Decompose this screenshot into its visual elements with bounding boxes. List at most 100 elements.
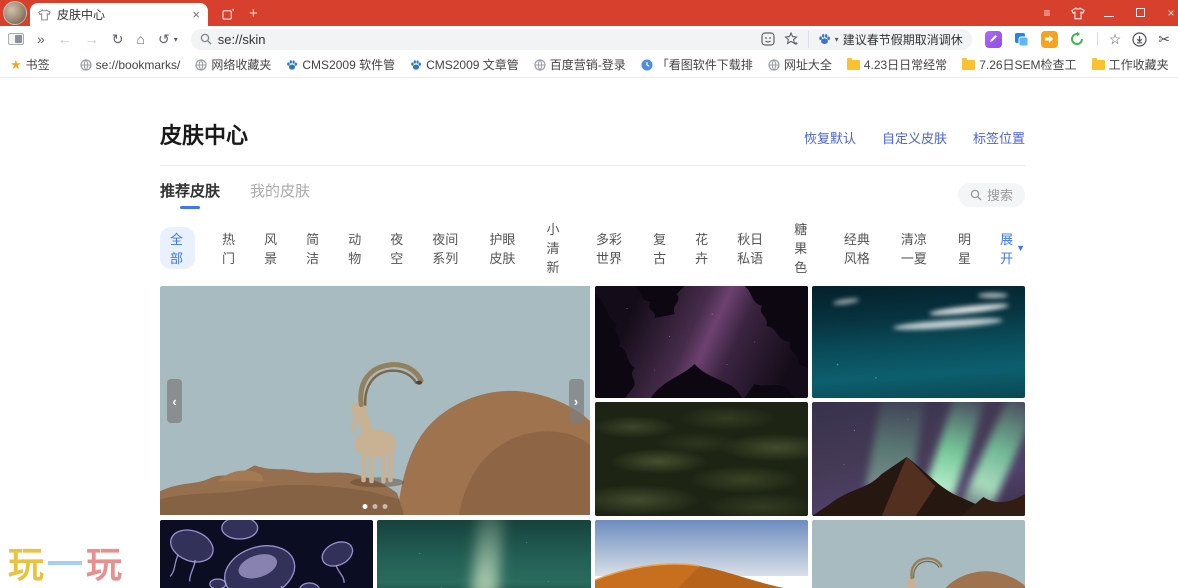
category-item[interactable]: 复古 [653, 229, 668, 267]
paw-icon [286, 59, 298, 71]
refresh-extension-icon[interactable] [1069, 31, 1086, 48]
carousel-dot-active[interactable] [363, 504, 368, 509]
bookmark-item[interactable]: 网址大全 [768, 56, 832, 73]
refresh-icon[interactable]: ↻ [112, 32, 124, 46]
category-item[interactable]: 明星 [958, 229, 973, 267]
skin-thumbnail-night-forest[interactable] [595, 286, 808, 398]
bookmark-item[interactable]: 「看图软件下载排 [641, 56, 753, 73]
carousel-dot[interactable] [383, 504, 388, 509]
home-icon[interactable]: ⌂ [137, 32, 145, 46]
bookmark-item[interactable]: 网络收藏夹 [195, 56, 271, 73]
bookmark-folder[interactable]: 4.23日日常经常 [847, 56, 947, 73]
globe-icon [534, 59, 546, 71]
bookmark-folder[interactable]: 工作收藏夹 [1092, 56, 1169, 73]
active-tab-underline [180, 206, 200, 209]
titlebar: 皮肤中心 × + ≡ × [0, 0, 1178, 26]
globe-icon [80, 59, 92, 71]
category-item[interactable]: 风景 [264, 229, 279, 267]
globe-icon [195, 59, 207, 71]
skin-thumbnail-milky-way[interactable] [377, 520, 590, 588]
category-item[interactable]: 经典风格 [844, 229, 874, 267]
category-item[interactable]: 简洁 [306, 229, 321, 267]
emoji-icon[interactable] [761, 32, 775, 46]
mini-window-icon[interactable] [8, 33, 24, 45]
hot-search[interactable]: ▾ 建议春节假期取消调休 [808, 31, 963, 48]
tab-tools-icon[interactable] [222, 8, 235, 20]
category-item[interactable]: 动物 [348, 229, 363, 267]
carousel-prev-button[interactable]: ‹ [167, 379, 182, 423]
browser-tab[interactable]: 皮肤中心 × [30, 3, 208, 26]
chevrons-icon[interactable]: » [37, 32, 45, 46]
close-button[interactable]: × [1164, 6, 1178, 20]
category-item[interactable]: 花卉 [695, 229, 710, 267]
category-filter: 全部 热门 风景 简洁 动物 夜空 夜间系列 护眼皮肤 小清新 多彩世界 复古 … [160, 219, 1025, 276]
category-item[interactable]: 热门 [222, 229, 237, 267]
user-avatar[interactable] [3, 1, 27, 25]
bookmark-item[interactable]: 百度营销-登录 [534, 56, 626, 73]
skin-thumbnail-pine-branches[interactable] [595, 402, 808, 516]
bookmark-item[interactable]: CMS2009 软件管 [286, 56, 395, 73]
bookmark-item[interactable]: CMS2009 文章管 [410, 56, 519, 73]
minimize-button[interactable] [1102, 6, 1116, 20]
category-item[interactable]: 糖果色 [794, 219, 817, 276]
mountain-silhouette [812, 402, 1025, 516]
globe-icon [768, 59, 780, 71]
address-url[interactable]: se://skin [218, 32, 266, 47]
capture-extension-icon[interactable] [1013, 31, 1030, 48]
extension-icons: ☆ ✂ [985, 31, 1170, 48]
downloads-extension-icon[interactable] [1041, 31, 1058, 48]
category-item[interactable]: 多彩世界 [596, 229, 626, 267]
skin-thumbnail-ibex[interactable] [812, 520, 1025, 588]
tab-close-icon[interactable]: × [192, 8, 200, 21]
favorites-star-icon[interactable]: ☆ [1109, 32, 1122, 46]
browser-window: 皮肤中心 × + ≡ × » ← → ↻ ⌂ ↺ ▾ [0, 0, 1178, 588]
category-all[interactable]: 全部 [160, 227, 195, 269]
recently-closed-icon[interactable]: ↺ [158, 32, 170, 46]
category-item[interactable]: 护眼皮肤 [489, 229, 519, 267]
caret-down-icon: ▼ [1016, 243, 1025, 253]
carousel-next-button[interactable]: › [569, 379, 584, 423]
skin-center-icon[interactable] [1071, 7, 1085, 20]
clock-icon [641, 59, 653, 71]
skin-thumbnail-underwater[interactable] [812, 286, 1025, 398]
skin-search-button[interactable]: 搜索 [958, 183, 1025, 207]
skin-carousel[interactable]: ‹ › [160, 286, 591, 516]
hot-search-caret-icon: ▾ [835, 35, 839, 44]
screenshot-scissors-icon[interactable]: ✂ [1158, 32, 1170, 46]
folder-icon [1092, 60, 1105, 70]
category-item[interactable]: 清凉一夏 [901, 229, 931, 267]
category-item[interactable]: 夜空 [390, 229, 405, 267]
ibex-goat-image [160, 286, 590, 515]
tab-recommended[interactable]: 推荐皮肤 [160, 180, 220, 209]
tab-my-skins[interactable]: 我的皮肤 [250, 180, 310, 209]
category-item[interactable]: 夜间系列 [432, 229, 462, 267]
skin-thumbnail-desert[interactable] [595, 520, 808, 588]
hot-search-text[interactable]: 建议春节假期取消调休 [843, 31, 963, 48]
menu-icon[interactable]: ≡ [1040, 6, 1054, 20]
bookmark-item[interactable]: se://bookmarks/ [80, 58, 181, 72]
maximize-button[interactable] [1133, 6, 1147, 20]
category-item[interactable]: 秋日私语 [737, 229, 767, 267]
forward-icon[interactable]: → [85, 32, 99, 46]
bookmark-item[interactable]: ★ 书签 [10, 56, 50, 73]
bookmark-folder[interactable]: 7.26日SEM检查工 [962, 56, 1076, 73]
bookmark-star-icon[interactable] [784, 32, 799, 46]
back-icon[interactable]: ← [58, 32, 72, 46]
restore-default-link[interactable]: 恢复默认 [804, 128, 856, 147]
tab-position-link[interactable]: 标签位置 [973, 128, 1025, 147]
carousel-dot[interactable] [373, 504, 378, 509]
page-title: 皮肤中心 [160, 118, 248, 150]
new-tab-button[interactable]: + [249, 6, 258, 21]
custom-skin-link[interactable]: 自定义皮肤 [882, 128, 947, 147]
skin-thumbnail-aurora[interactable] [812, 402, 1025, 516]
expand-button[interactable]: 展开 ▼ [1000, 229, 1025, 267]
tab-title: 皮肤中心 [57, 6, 186, 23]
category-item[interactable]: 小清新 [546, 219, 569, 276]
recently-closed-caret-icon[interactable]: ▾ [174, 35, 178, 44]
download-icon[interactable] [1132, 32, 1147, 47]
skin-thumbnail-jellyfish[interactable] [160, 520, 373, 588]
folder-icon [847, 60, 860, 70]
folder-icon [962, 60, 975, 70]
notes-extension-icon[interactable] [985, 31, 1002, 48]
address-bar[interactable]: se://skin [191, 29, 972, 50]
